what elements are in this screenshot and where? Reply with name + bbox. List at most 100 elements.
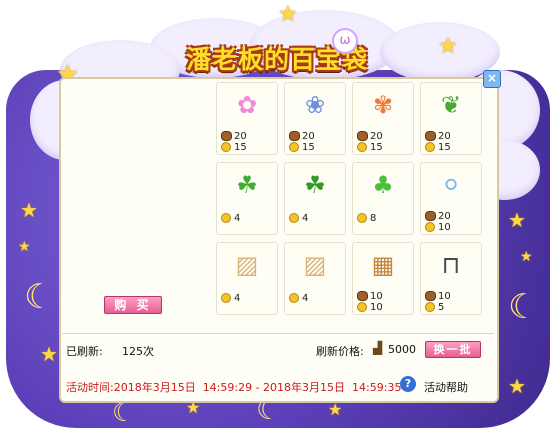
- coin-currency-icon: [357, 213, 367, 223]
- coin-price-value: 10: [438, 222, 451, 233]
- coin-price-value: 15: [234, 142, 247, 153]
- refresh-price-value: 5000: [388, 343, 416, 356]
- star-icon: ★: [508, 208, 526, 232]
- item-cell[interactable]: ❀ 20 15: [284, 82, 346, 155]
- item-cell[interactable]: ♣ 8: [352, 162, 414, 235]
- crescent-moon-icon: ☾: [112, 398, 136, 428]
- orange-flower-icon: ✾: [372, 91, 394, 119]
- hanging-vine-envelope-icon: ☘: [304, 171, 326, 199]
- hanging-vine-pink-icon: ☘: [236, 171, 258, 199]
- item-cell[interactable]: ✿ 20 15: [216, 82, 278, 155]
- coin-price-value: 4: [302, 213, 309, 224]
- dark-bench-icon: ⊓: [441, 251, 461, 279]
- coin-currency-icon: [289, 142, 299, 152]
- item-cell[interactable]: ⊓ 10 5: [420, 242, 482, 315]
- bean-price-value: 20: [438, 211, 451, 222]
- coin-price: 15: [289, 142, 315, 153]
- activity-help-link[interactable]: 活动帮助: [424, 379, 468, 395]
- coin-currency-icon: [425, 222, 435, 232]
- bubble-lamp-icon: ⚪: [440, 171, 462, 199]
- bean-currency-icon: [425, 131, 436, 141]
- help-icon[interactable]: ?: [400, 376, 416, 392]
- item-cell[interactable]: ▨ 4: [216, 242, 278, 315]
- bunny-mascot-icon: ω: [332, 28, 358, 54]
- coin-price-value: 5: [438, 302, 445, 313]
- star-icon: ★: [328, 400, 343, 419]
- coin-price-value: 4: [302, 293, 309, 304]
- bean-currency-icon: [357, 291, 368, 301]
- coin-price: 10: [357, 302, 383, 313]
- refreshed-count: 125次: [122, 345, 154, 358]
- star-icon: ★: [278, 2, 298, 27]
- coin-price-value: 15: [302, 142, 315, 153]
- coin-price: 10: [425, 222, 451, 233]
- bean-price: 10: [425, 291, 451, 302]
- coin-currency-icon: [357, 302, 367, 312]
- bean-price: 20: [425, 131, 451, 142]
- coin-price: 15: [357, 142, 383, 153]
- bean-price-value: 20: [234, 131, 247, 142]
- wood-wall-panel-icon: ▨: [235, 251, 259, 279]
- bean-price: 20: [289, 131, 315, 142]
- green-topiary-icon: ♣: [372, 171, 394, 199]
- refresh-batch-button[interactable]: 换一批: [425, 341, 481, 358]
- coin-price-value: 15: [438, 142, 451, 153]
- activity-time: 活动时间:2018年3月15日 14:59:29 - 2018年3月15日 14…: [66, 381, 402, 394]
- bean-price-value: 20: [370, 131, 383, 142]
- close-button[interactable]: ×: [483, 70, 501, 88]
- coin-price-value: 4: [234, 213, 241, 224]
- blue-flower-icon: ❀: [304, 91, 326, 119]
- star-icon: ★: [20, 198, 38, 222]
- coin-price-value: 15: [370, 142, 383, 153]
- item-cell[interactable]: ❦ 20 15: [420, 82, 482, 155]
- crescent-moon-icon: ☾: [508, 287, 539, 327]
- bean-price: 20: [425, 211, 451, 222]
- coin-price: 15: [221, 142, 247, 153]
- item-cell[interactable]: ✾ 20 15: [352, 82, 414, 155]
- bean-price: 20: [357, 131, 383, 142]
- coin-price: 8: [357, 213, 376, 224]
- bean-price: 20: [221, 131, 247, 142]
- wood-wall-panel-icon: ▨: [303, 251, 327, 279]
- coin-currency-icon: [221, 213, 231, 223]
- item-cell[interactable]: ☘ 4: [216, 162, 278, 235]
- pink-flower-icon: ✿: [236, 91, 258, 119]
- refresh-price-icon: ▟: [373, 341, 383, 355]
- bean-price-value: 10: [370, 291, 383, 302]
- star-icon: ★: [40, 342, 58, 366]
- coin-price: 4: [221, 293, 240, 304]
- item-cell[interactable]: ⚪ 20 10: [420, 162, 482, 235]
- bean-price-value: 20: [438, 131, 451, 142]
- coin-currency-icon: [357, 142, 367, 152]
- item-cell[interactable]: ▦ 10 10: [352, 242, 414, 315]
- coin-currency-icon: [221, 142, 231, 152]
- bean-currency-icon: [425, 211, 436, 221]
- coin-price-value: 4: [234, 293, 241, 304]
- star-icon: ★: [438, 34, 458, 59]
- item-cell[interactable]: ▨ 4: [284, 242, 346, 315]
- coin-currency-icon: [289, 213, 299, 223]
- wooden-cabinet-icon: ▦: [371, 251, 395, 279]
- star-icon: ★: [520, 249, 533, 265]
- sprout-icon: ❦: [440, 91, 462, 119]
- coin-currency-icon: [289, 293, 299, 303]
- coin-price: 4: [289, 293, 308, 304]
- bean-currency-icon: [357, 131, 368, 141]
- buy-button[interactable]: 购 买: [104, 296, 162, 314]
- refresh-price-label: 刷新价格:: [316, 345, 364, 358]
- coin-currency-icon: [425, 302, 435, 312]
- coin-price: 4: [221, 213, 240, 224]
- bean-currency-icon: [425, 291, 436, 301]
- coin-price: 15: [425, 142, 451, 153]
- bean-price-value: 20: [302, 131, 315, 142]
- coin-price: 5: [425, 302, 444, 313]
- coin-price-value: 10: [370, 302, 383, 313]
- star-icon: ★: [508, 374, 526, 398]
- coin-currency-icon: [221, 293, 231, 303]
- coin-currency-icon: [425, 142, 435, 152]
- divider: [62, 333, 494, 334]
- crescent-moon-icon: ☾: [24, 277, 55, 317]
- bean-price: 10: [357, 291, 383, 302]
- coin-price: 4: [289, 213, 308, 224]
- item-cell[interactable]: ☘ 4: [284, 162, 346, 235]
